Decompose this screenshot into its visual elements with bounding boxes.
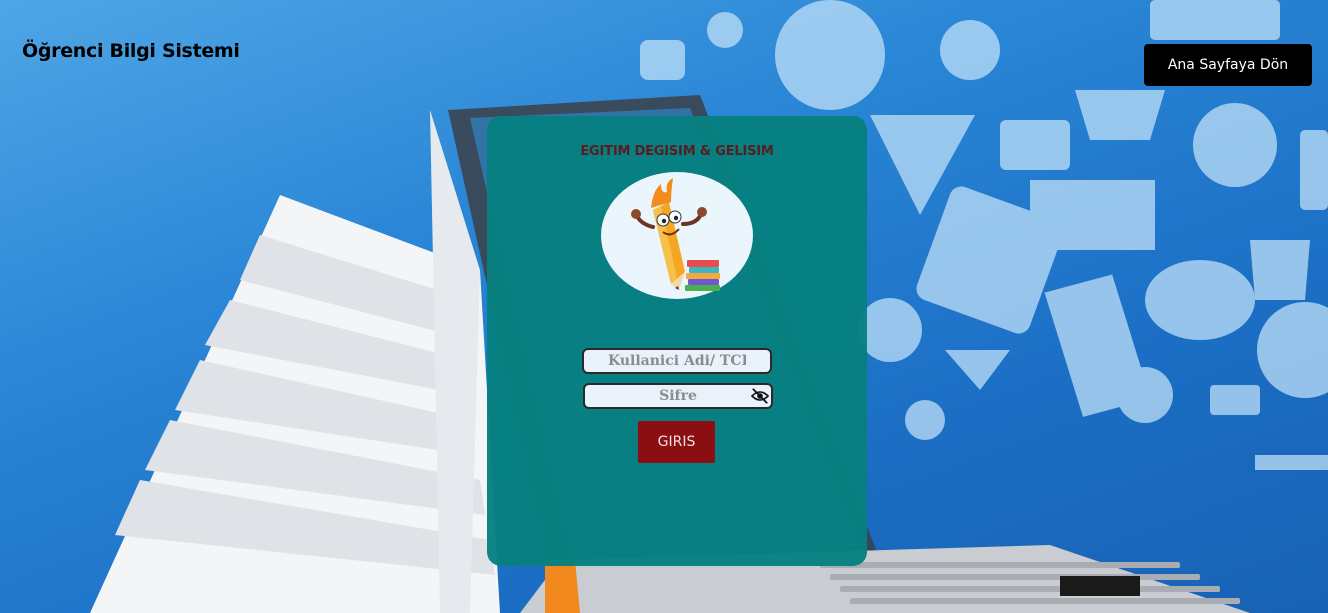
pencil-mascot-illustration [601,172,753,299]
password-field-wrapper [583,383,773,409]
site-title: Öğrenci Bilgi Sistemi [22,40,240,62]
back-to-home-button[interactable]: Ana Sayfaya Dön [1144,44,1312,86]
login-submit-button[interactable]: GIRIS [638,421,715,463]
username-field-wrapper [582,348,772,374]
username-input[interactable] [582,348,772,374]
login-card: EGITIM DEGISIM & GELISIM Kullanici Adi/ … [487,116,867,566]
login-page: Öğrenci Bilgi Sistemi Ana Sayfaya Dön EG… [0,0,1328,613]
eye-slash-icon[interactable] [749,385,771,407]
password-input[interactable] [583,383,773,409]
card-heading: EGITIM DEGISIM & GELISIM [580,144,774,159]
